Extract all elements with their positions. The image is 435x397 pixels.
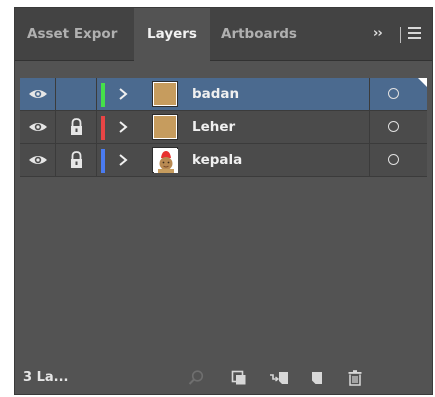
create-sublayer-icon[interactable]	[268, 369, 292, 387]
layer-list: badan Leher kepala	[20, 78, 427, 358]
target-cell[interactable]	[369, 78, 427, 110]
visibility-toggle[interactable]	[20, 144, 56, 176]
visibility-toggle[interactable]	[20, 78, 56, 110]
layer-thumbnail	[152, 114, 178, 140]
layer-row-badan[interactable]: badan	[20, 78, 427, 111]
target-circle-icon[interactable]	[388, 88, 399, 99]
layer-name[interactable]: Leher	[192, 111, 235, 143]
tab-artboards[interactable]: Artboards	[221, 8, 321, 60]
layer-thumbnail	[152, 81, 178, 107]
panel-menu-icon[interactable]	[408, 27, 421, 41]
panel-footer: 3 La...	[15, 361, 432, 395]
tab-bar: Asset Expor Layers Artboards ››	[15, 8, 432, 61]
target-cell[interactable]	[369, 144, 427, 176]
layer-thumbnail	[152, 147, 178, 173]
layer-row-kepala[interactable]: kepala	[20, 144, 427, 177]
lock-toggle[interactable]	[56, 111, 97, 143]
tab-asset-export[interactable]: Asset Expor	[27, 8, 133, 60]
lock-toggle[interactable]	[56, 144, 97, 176]
layer-row-leher[interactable]: Leher	[20, 111, 427, 144]
chevron-right-icon[interactable]	[115, 118, 131, 136]
lock-icon	[71, 151, 82, 168]
lock-icon	[71, 118, 82, 135]
chevron-right-icon[interactable]	[115, 85, 131, 103]
layer-color-bar	[101, 116, 105, 140]
visibility-toggle[interactable]	[20, 111, 56, 143]
eye-icon	[29, 123, 47, 131]
trash-icon[interactable]	[346, 369, 364, 387]
target-cell[interactable]	[369, 111, 427, 143]
target-circle-icon[interactable]	[388, 121, 399, 132]
layer-name[interactable]: badan	[192, 78, 239, 110]
layer-name[interactable]: kepala	[192, 144, 242, 176]
layer-color-bar	[101, 83, 105, 107]
target-circle-icon[interactable]	[388, 154, 399, 165]
layer-count: 3 La...	[23, 370, 69, 385]
tab-overflow-icon[interactable]: ››	[373, 8, 383, 60]
lock-toggle[interactable]	[56, 78, 97, 110]
selection-indicator	[418, 78, 427, 87]
tab-layers[interactable]: Layers	[134, 8, 210, 61]
locate-object-icon[interactable]	[187, 369, 205, 387]
layers-panel: Asset Expor Layers Artboards ›› badan Le…	[14, 7, 433, 395]
chevron-right-icon[interactable]	[115, 151, 131, 169]
make-clipping-mask-icon[interactable]	[230, 369, 248, 387]
eye-icon	[29, 90, 47, 98]
eye-icon	[29, 156, 47, 164]
tab-divider	[400, 27, 401, 43]
new-layer-icon[interactable]	[308, 369, 326, 387]
layer-color-bar	[101, 149, 105, 173]
head-thumbnail-icon	[154, 149, 178, 173]
